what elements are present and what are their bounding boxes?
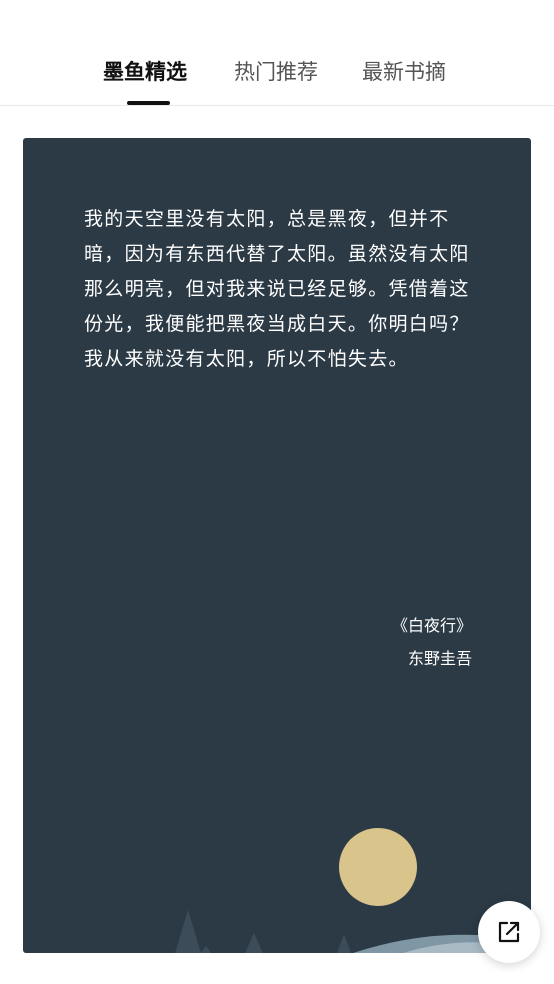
tree-icon — [337, 934, 351, 953]
moon-icon — [339, 828, 417, 906]
active-tab-indicator — [127, 101, 170, 105]
tree-icon — [245, 933, 263, 953]
tab-moyu-selection[interactable]: 墨鱼精选 — [103, 57, 187, 87]
quote-card[interactable]: 我的天空里没有太阳，总是黑夜，但并不暗，因为有东西代替了太阳。虽然没有太阳那么明… — [23, 138, 531, 953]
tree-icon — [201, 946, 211, 953]
quote-text: 我的天空里没有太阳，总是黑夜，但并不暗，因为有东西代替了太阳。虽然没有太阳那么明… — [84, 208, 470, 370]
tab-hot-recommend[interactable]: 热门推荐 — [234, 57, 318, 87]
book-title: 《白夜行》 — [391, 616, 472, 635]
tree-icon — [175, 910, 201, 953]
external-share-icon — [498, 921, 520, 943]
book-author: 东野圭吾 — [407, 649, 472, 668]
share-button[interactable] — [478, 901, 540, 963]
tab-latest-excerpts[interactable]: 最新书摘 — [362, 57, 446, 87]
tab-bar: 墨鱼精选 热门推荐 最新书摘 — [0, 0, 554, 106]
